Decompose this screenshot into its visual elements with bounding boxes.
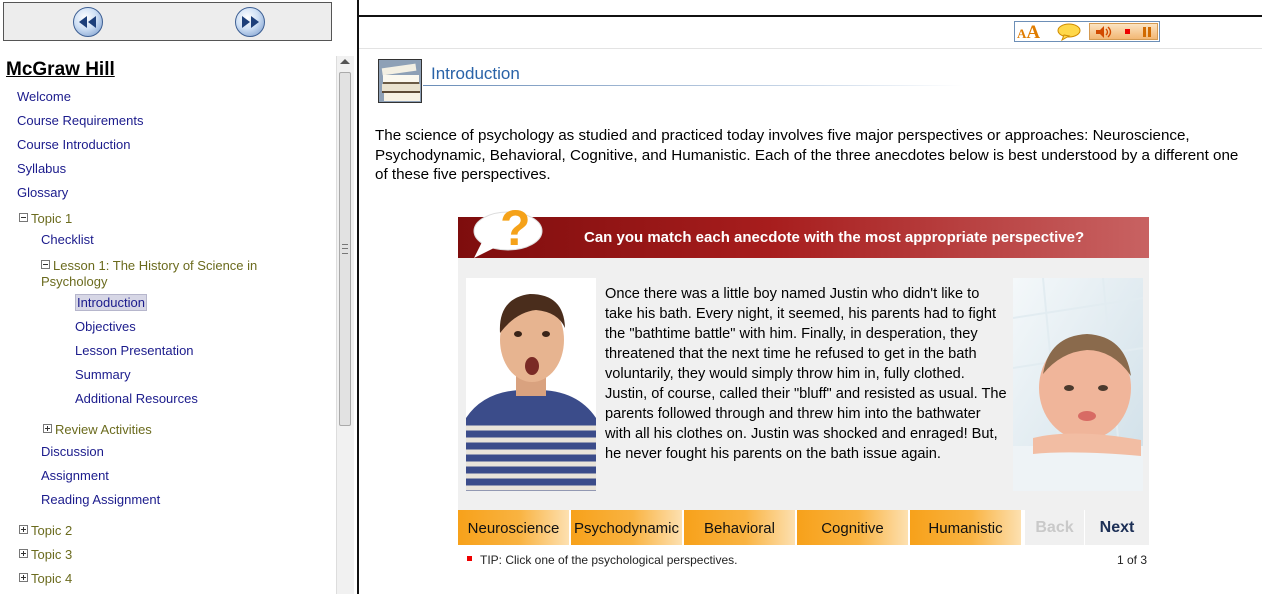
- toc-welcome[interactable]: Welcome: [17, 89, 71, 104]
- toc-summary[interactable]: Summary: [75, 367, 131, 382]
- stop-icon[interactable]: [1125, 29, 1130, 34]
- table-of-contents: McGraw Hill Welcome Course Requirements …: [0, 53, 336, 594]
- matching-activity: Can you match each anecdote with the mos…: [458, 202, 1150, 574]
- font-size-icon[interactable]: AA: [1017, 22, 1040, 44]
- toc-review-activities-label: Review Activities: [55, 422, 152, 437]
- pause-icon[interactable]: [1143, 27, 1151, 37]
- toc-topic-3-label: Topic 3: [31, 547, 73, 562]
- page-title: Introduction: [431, 64, 520, 83]
- choice-humanistic-button[interactable]: Humanistic: [910, 510, 1021, 545]
- toc-topic-2[interactable]: Topic 2: [19, 523, 72, 538]
- toc-topic-1[interactable]: Topic 1: [19, 211, 72, 226]
- anecdote-text: Once there was a little boy named Justin…: [605, 286, 1007, 462]
- intro-paragraph: The science of psychology as studied and…: [375, 127, 1239, 183]
- scrollbar-thumb[interactable]: [339, 72, 351, 426]
- choice-behavioral-button[interactable]: Behavioral: [684, 510, 795, 545]
- next-page-button[interactable]: [235, 7, 265, 37]
- toc-course-introduction[interactable]: Course Introduction: [17, 137, 130, 152]
- speech-bubble-icon[interactable]: [1056, 23, 1082, 41]
- top-border: [359, 15, 1262, 17]
- next-button[interactable]: Next: [1085, 510, 1149, 545]
- sidebar-scrollbar[interactable]: [336, 56, 354, 594]
- toc-topic-2-label: Topic 2: [31, 523, 73, 538]
- toc-reading-assignment[interactable]: Reading Assignment: [41, 492, 160, 507]
- toc-introduction-label: Introduction: [75, 294, 147, 311]
- brand-title[interactable]: McGraw Hill: [6, 59, 115, 81]
- fast-forward-icon: [242, 16, 259, 28]
- font-size-large-glyph: A: [1026, 22, 1041, 43]
- anecdote-panel: Once there was a little boy named Justin…: [458, 258, 1149, 510]
- tip-text: TIP: Click one of the psychological pers…: [480, 553, 738, 567]
- title-underline: [423, 85, 963, 86]
- sidebar: McGraw Hill Welcome Course Requirements …: [0, 0, 355, 594]
- previous-page-button[interactable]: [73, 7, 103, 37]
- audio-controls: [1089, 23, 1158, 40]
- toc-topic-4[interactable]: Topic 4: [19, 571, 72, 586]
- font-size-small-glyph: A: [1017, 26, 1027, 41]
- toc-glossary[interactable]: Glossary: [17, 185, 68, 200]
- toc-discussion[interactable]: Discussion: [41, 444, 104, 459]
- main-content: AA Introduction The science of psycholog…: [359, 0, 1263, 594]
- grip-icon: [342, 244, 348, 254]
- question-bubble-icon: ?: [473, 202, 543, 258]
- question-banner: Can you match each anecdote with the mos…: [458, 217, 1149, 258]
- toc-additional-resources[interactable]: Additional Resources: [75, 391, 198, 406]
- toc-assignment[interactable]: Assignment: [41, 468, 109, 483]
- expand-icon[interactable]: [19, 549, 28, 558]
- accessibility-toolbar: AA: [1014, 21, 1160, 44]
- choice-neuroscience-button[interactable]: Neuroscience: [458, 510, 569, 545]
- tip-bullet-icon: [467, 556, 472, 561]
- toc-checklist[interactable]: Checklist: [41, 232, 94, 247]
- toc-topic-3[interactable]: Topic 3: [19, 547, 72, 562]
- page-indicator: 1 of 3: [1116, 553, 1147, 567]
- toc-lesson-presentation[interactable]: Lesson Presentation: [75, 343, 194, 358]
- scroll-up-arrow-icon[interactable]: [340, 59, 350, 64]
- toc-review-activities[interactable]: Review Activities: [43, 422, 152, 437]
- choice-cognitive-button[interactable]: Cognitive: [797, 510, 908, 545]
- back-button[interactable]: Back: [1025, 510, 1084, 545]
- choice-psychodynamic-button[interactable]: Psychodynamic: [571, 510, 682, 545]
- perspective-choices: Neuroscience Psychodynamic Behavioral Co…: [458, 510, 1149, 545]
- navigation-bar: [3, 2, 332, 41]
- rewind-icon: [79, 16, 96, 28]
- toc-introduction[interactable]: Introduction: [75, 294, 147, 311]
- toc-topic-1-label: Topic 1: [31, 211, 73, 226]
- baby-photo: [1013, 278, 1143, 491]
- toc-lesson-1[interactable]: Lesson 1: The History of Science in Psyc…: [41, 258, 286, 290]
- collapse-icon[interactable]: [41, 260, 50, 269]
- toc-lesson-1-label: Lesson 1: The History of Science in Psyc…: [41, 258, 258, 289]
- toc-topic-4-label: Topic 4: [31, 571, 73, 586]
- books-icon: [378, 59, 422, 103]
- toc-objectives[interactable]: Objectives: [75, 319, 136, 334]
- toc-syllabus[interactable]: Syllabus: [17, 161, 66, 176]
- expand-icon[interactable]: [19, 525, 28, 534]
- toolbar-separator: [359, 48, 1262, 49]
- collapse-icon[interactable]: [19, 213, 28, 222]
- speaker-icon[interactable]: [1095, 25, 1115, 39]
- expand-icon[interactable]: [43, 424, 52, 433]
- boy-photo: [466, 278, 596, 491]
- question-mark-glyph: ?: [500, 202, 531, 256]
- toc-course-requirements[interactable]: Course Requirements: [17, 113, 143, 128]
- expand-icon[interactable]: [19, 573, 28, 582]
- question-text: Can you match each anecdote with the mos…: [584, 229, 1085, 246]
